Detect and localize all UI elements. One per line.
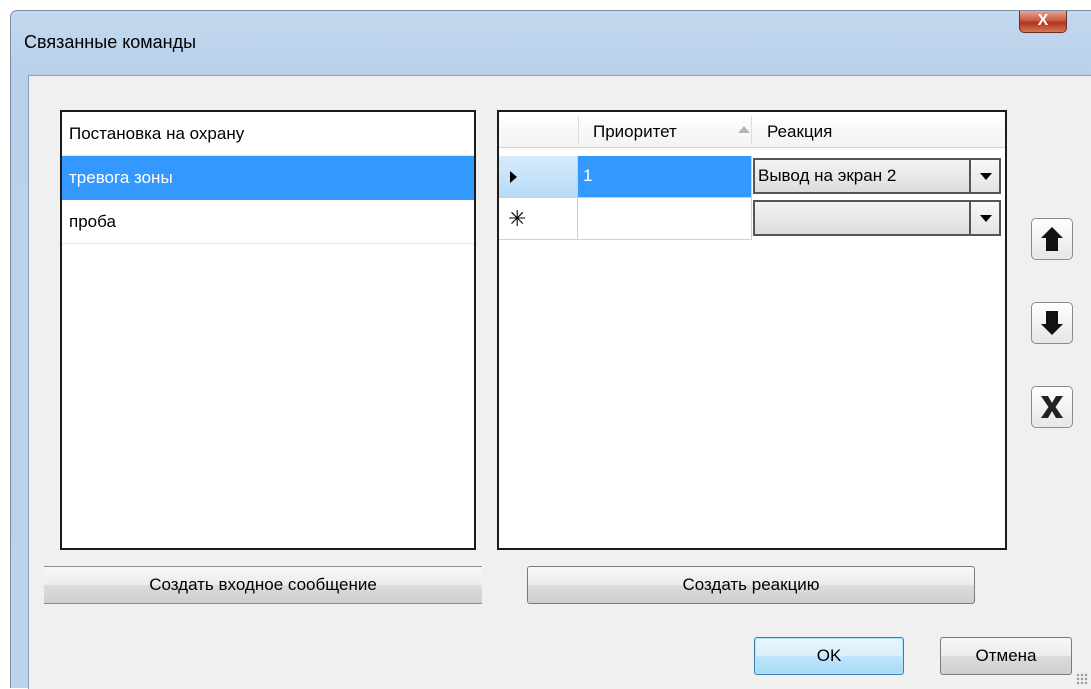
header-separator [751,116,752,144]
list-item[interactable]: проба [62,200,474,244]
window-title: Связанные команды [24,32,197,52]
resize-grip-icon[interactable] [1076,673,1088,685]
column-header-label: Реакция [767,122,833,141]
priority-cell-new[interactable] [578,198,752,240]
sort-ascending-icon [738,126,750,133]
priority-cell[interactable]: 1 [578,156,752,198]
new-row-asterisk-icon: ✳ [508,206,527,231]
move-down-button[interactable] [1031,302,1073,344]
close-icon: X [1037,12,1049,29]
list-item[interactable]: Постановка на охрану [62,112,474,156]
dialog-window: Связанные команды X Постановка на охрану… [10,10,1091,689]
row-header-new[interactable]: ✳ [499,198,578,240]
row-header-current[interactable] [499,156,578,198]
create-reaction-button[interactable]: Создать реакцию [527,566,975,604]
create-input-message-button[interactable]: Создать входное сообщение [44,566,482,604]
reaction-combobox-new[interactable] [753,200,1001,236]
column-header-label: Приоритет [593,122,677,141]
chevron-down-icon[interactable] [969,202,999,234]
list-item-selected[interactable]: тревога зоны [62,156,474,200]
cancel-button[interactable]: Отмена [940,637,1072,675]
ok-button[interactable]: OK [754,637,904,675]
header-separator [578,116,579,144]
reaction-combobox-value: Вывод на экран 2 [758,166,897,185]
arrow-up-icon [1041,227,1063,251]
delete-x-icon [1041,396,1063,418]
delete-button[interactable] [1031,386,1073,428]
input-messages-list[interactable]: Постановка на охрану тревога зоны проба [60,110,476,550]
move-up-button[interactable] [1031,218,1073,260]
dialog-client-area: Постановка на охрану тревога зоны проба … [28,75,1091,689]
arrow-down-icon [1041,311,1063,335]
reactions-grid[interactable]: Приоритет Реакция 1 Вывод на экран 2 ✳ [497,110,1007,550]
column-header-reaction[interactable]: Реакция [767,112,997,147]
chevron-down-icon[interactable] [969,160,999,192]
grid-header: Приоритет Реакция [499,112,1005,148]
close-button[interactable]: X [1019,11,1067,33]
current-row-arrow-icon [510,171,517,183]
column-header-priority[interactable]: Приоритет [593,112,753,147]
reaction-combobox[interactable]: Вывод на экран 2 [753,158,1001,194]
